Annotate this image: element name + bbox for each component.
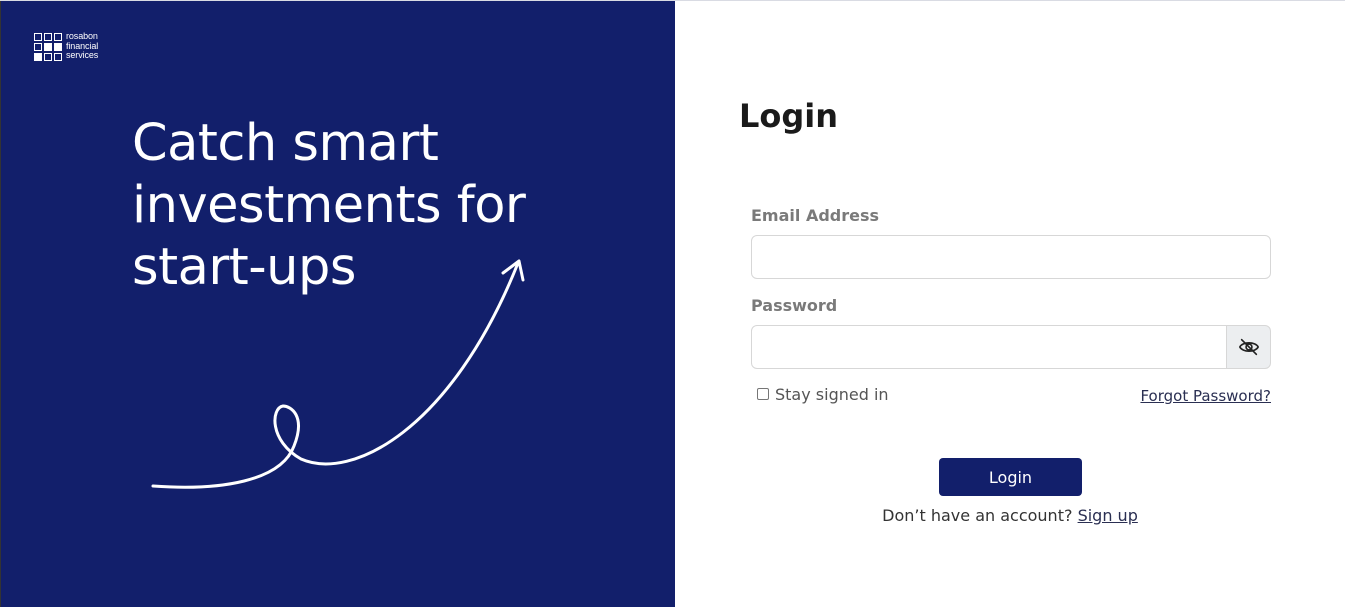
login-page: rosabon financial services Catch smart i… <box>0 0 1345 607</box>
page-title: Login <box>739 97 839 135</box>
signup-prompt-row: Don’t have an account? Sign up <box>675 506 1345 525</box>
password-label: Password <box>751 296 838 315</box>
hero-panel: rosabon financial services Catch smart i… <box>0 1 675 607</box>
stay-signed-in-label[interactable]: Stay signed in <box>775 385 889 404</box>
stay-signed-in[interactable]: Stay signed in <box>757 385 889 404</box>
password-field[interactable] <box>751 325 1227 369</box>
eye-off-icon <box>1238 338 1259 356</box>
login-form: Login Email Address Password Stay signed… <box>675 1 1345 607</box>
toggle-password-visibility-button[interactable] <box>1226 325 1271 369</box>
signup-link[interactable]: Sign up <box>1078 506 1138 525</box>
forgot-password-link[interactable]: Forgot Password? <box>1140 387 1271 405</box>
email-field[interactable] <box>751 235 1271 279</box>
login-button[interactable]: Login <box>939 458 1082 496</box>
email-label: Email Address <box>751 206 880 225</box>
curved-arrow-icon <box>151 259 525 489</box>
stay-signed-in-checkbox[interactable] <box>757 387 769 400</box>
signup-prompt-text: Don’t have an account? <box>882 506 1073 525</box>
